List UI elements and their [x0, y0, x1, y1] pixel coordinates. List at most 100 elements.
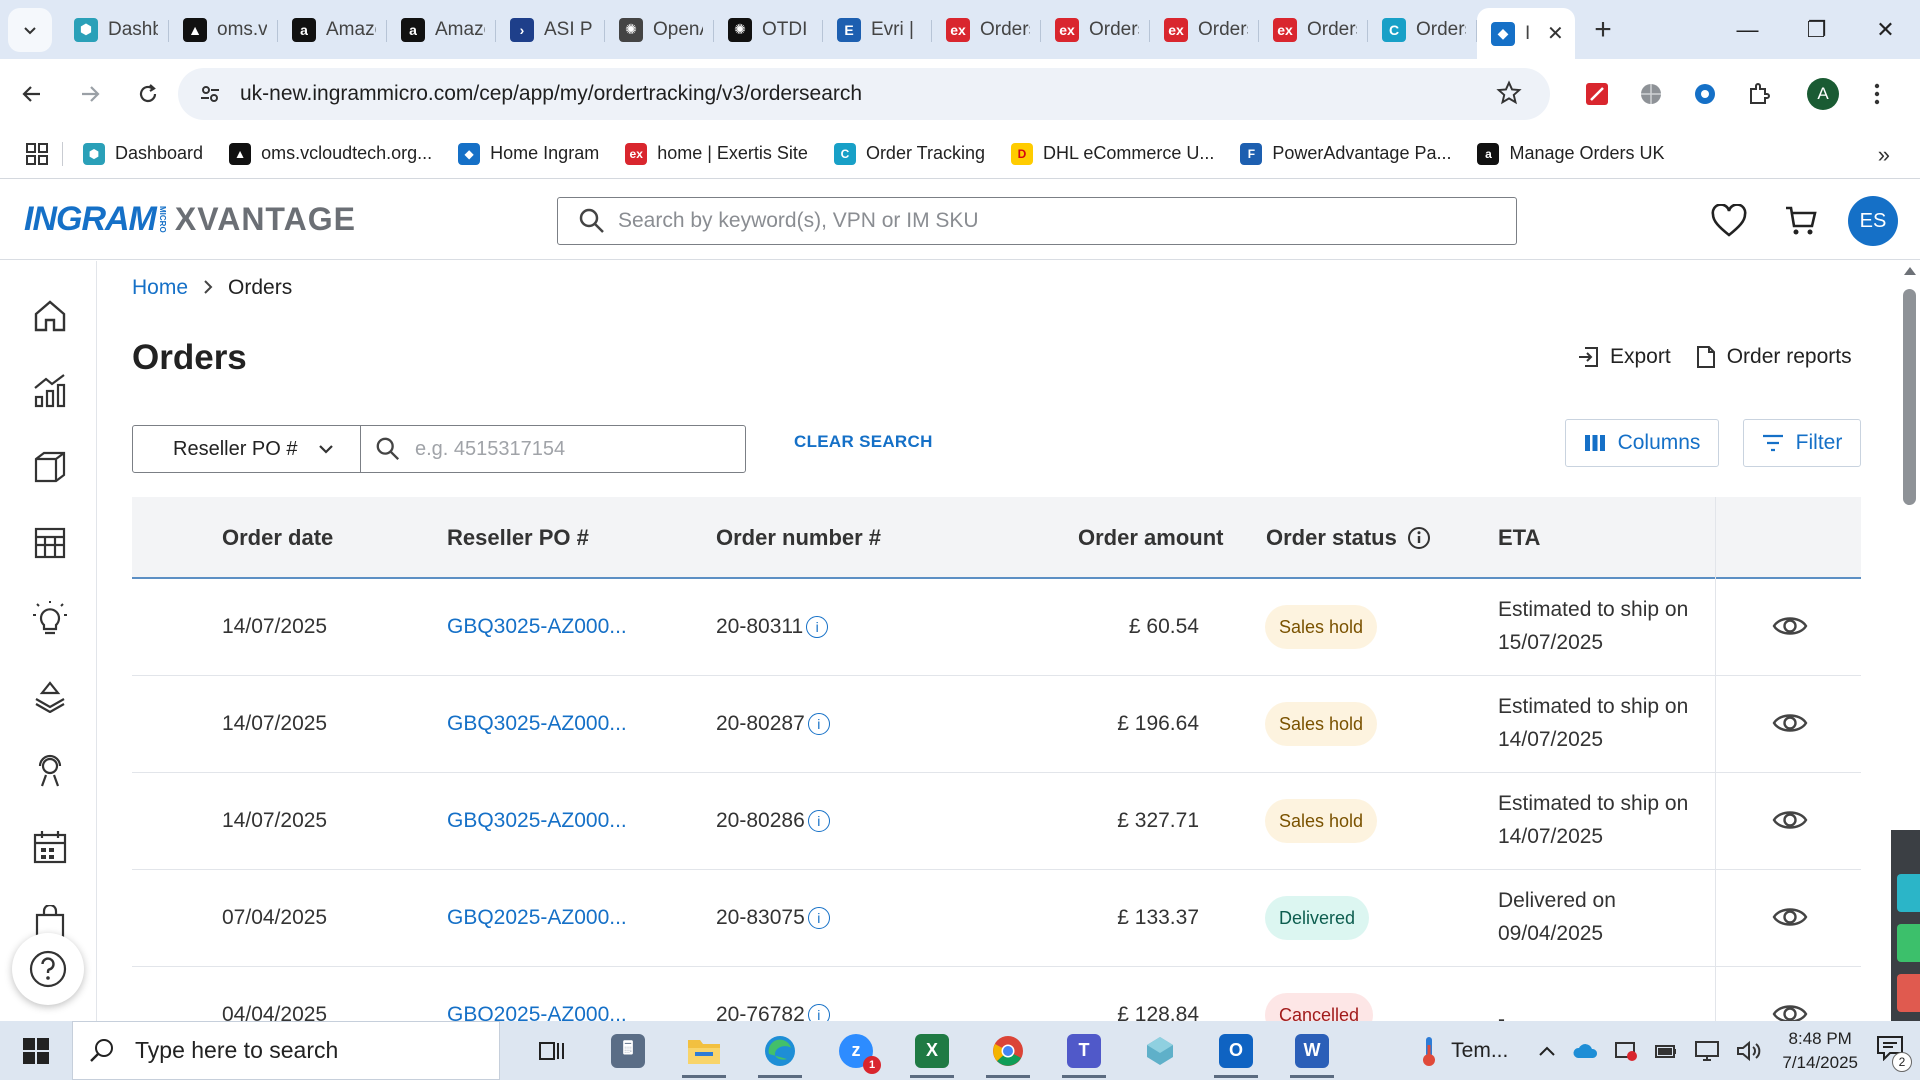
browser-tab[interactable]: E Evri | [823, 8, 932, 52]
bookmark-item[interactable]: D DHL eCommerce U... [1010, 142, 1214, 165]
network-icon[interactable] [1694, 1040, 1720, 1062]
reseller-po-link[interactable]: GBQ3025-AZ000... [447, 615, 627, 639]
taskbar-search-box[interactable]: Type here to search [72, 1021, 500, 1080]
file-explorer-icon[interactable] [666, 1021, 742, 1080]
bookmark-item[interactable]: ⬢ Dashboard [83, 142, 203, 165]
new-tab-button[interactable]: + [1579, 6, 1627, 54]
nav-lightbulb-icon[interactable] [30, 599, 70, 639]
forward-button[interactable] [64, 68, 116, 120]
browser-tab[interactable]: ex Orders [1259, 8, 1368, 52]
volume-icon[interactable] [1736, 1040, 1762, 1062]
nav-calendar-icon[interactable] [30, 827, 70, 867]
bookmark-item[interactable]: ◆ Home Ingram [458, 142, 599, 165]
bookmark-item[interactable]: C Order Tracking [833, 142, 985, 165]
app-icon[interactable] [1122, 1021, 1198, 1080]
close-tab-icon[interactable]: ✕ [1547, 21, 1564, 46]
view-order-eye-icon[interactable] [1772, 1001, 1808, 1021]
info-icon[interactable] [1407, 526, 1431, 550]
order-info-icon[interactable]: i [807, 810, 830, 833]
col-order-date[interactable]: Order date [222, 525, 333, 551]
col-reseller-po[interactable]: Reseller PO # [447, 525, 589, 551]
nav-home-icon[interactable] [30, 296, 70, 336]
scroll-up-arrow-icon[interactable] [1904, 267, 1916, 275]
onedrive-cloud-icon[interactable] [1572, 1042, 1598, 1060]
edge-icon[interactable] [742, 1021, 818, 1080]
more-bookmarks-icon[interactable]: » [1878, 142, 1890, 168]
breadcrumb-home-link[interactable]: Home [132, 276, 188, 300]
nav-services-icon[interactable] [30, 675, 70, 715]
taskbar-clock[interactable]: 8:48 PM 7/14/2025 [1782, 1027, 1858, 1075]
apps-grid-icon[interactable] [26, 142, 48, 165]
bookmark-item[interactable]: a Manage Orders UK [1477, 142, 1665, 165]
product-search-box[interactable]: Search by keyword(s), VPN or IM SKU [557, 197, 1517, 245]
col-order-number[interactable]: Order number # [716, 525, 881, 551]
browser-tab[interactable]: ✺ OpenAI [605, 8, 714, 52]
outlook-icon[interactable]: O [1198, 1021, 1274, 1080]
view-order-eye-icon[interactable] [1772, 807, 1808, 838]
ingram-xvantage-logo[interactable]: INGRAM MICRO XVANTAGE [24, 200, 356, 239]
browser-tab[interactable]: ex Orders [1150, 8, 1259, 52]
restore-button[interactable]: ❐ [1782, 0, 1851, 59]
browser-tab[interactable]: ✺ OTDI [714, 8, 823, 52]
view-order-eye-icon[interactable] [1772, 904, 1808, 935]
help-button[interactable] [12, 933, 84, 1005]
side-panel-tab-red[interactable] [1897, 974, 1920, 1012]
order-info-icon[interactable]: i [807, 713, 830, 736]
reload-button[interactable] [122, 68, 174, 120]
site-info-icon[interactable] [186, 83, 234, 105]
nav-products-box-icon[interactable] [30, 447, 70, 487]
profile-button[interactable]: A [1796, 68, 1850, 120]
col-order-amount[interactable]: Order amount [1078, 525, 1223, 551]
user-avatar[interactable]: ES [1848, 196, 1898, 246]
columns-button[interactable]: Columns [1565, 419, 1719, 467]
extensions-puzzle-icon[interactable] [1732, 68, 1786, 120]
col-eta[interactable]: ETA [1498, 525, 1540, 551]
excel-icon[interactable]: X [894, 1021, 970, 1080]
address-bar[interactable]: uk-new.ingrammicro.com/cep/app/my/ordert… [178, 68, 1550, 120]
order-reports-button[interactable]: Order reports [1695, 345, 1852, 369]
notification-center-icon[interactable]: 2 [1876, 1035, 1912, 1072]
weather-widget[interactable]: Tem... [1419, 1035, 1508, 1067]
table-row[interactable]: 04/04/2025 GBQ2025-AZ000... 20-76782 i £ 128… [132, 967, 1861, 1021]
browser-tab[interactable]: ex Orders [932, 8, 1041, 52]
chevron-up-icon[interactable] [1538, 1045, 1556, 1057]
task-view-icon[interactable] [514, 1021, 590, 1080]
browser-tab[interactable]: ▲ oms.vcloudtech [169, 8, 278, 52]
calculator-icon[interactable]: 🖩 [590, 1021, 666, 1080]
bookmark-item[interactable]: F PowerAdvantage Pa... [1240, 142, 1451, 165]
export-button[interactable]: Export [1576, 345, 1671, 369]
start-button[interactable] [0, 1021, 72, 1080]
close-window-button[interactable]: ✕ [1851, 0, 1920, 59]
back-button[interactable] [6, 68, 58, 120]
browser-tab[interactable]: a Amazon [387, 8, 496, 52]
reseller-po-link[interactable]: GBQ2025-AZ000... [447, 1003, 627, 1021]
side-panel-tab-green[interactable] [1897, 924, 1920, 962]
bookmark-star-icon[interactable] [1496, 80, 1522, 111]
table-row[interactable]: 07/04/2025 GBQ2025-AZ000... 20-83075 i £ 133… [132, 870, 1861, 967]
browser-tab[interactable]: a Amazon [278, 8, 387, 52]
table-row[interactable]: 14/07/2025 GBQ3025-AZ000... 20-80286 i £ 327… [132, 773, 1861, 870]
reseller-po-link[interactable]: GBQ2025-AZ000... [447, 906, 627, 930]
table-row[interactable]: 14/07/2025 GBQ3025-AZ000... 20-80311 i £ 60.… [132, 579, 1861, 676]
nav-store-icon[interactable] [30, 523, 70, 563]
browser-tab[interactable]: ex Orders [1041, 8, 1150, 52]
browser-tab[interactable]: ⬢ Dashboard [60, 8, 169, 52]
nav-analytics-icon[interactable] [30, 371, 70, 411]
col-order-status[interactable]: Order status [1266, 525, 1431, 551]
pdf-extension-icon[interactable] [1570, 68, 1624, 120]
browser-tab-active[interactable]: ◆ I ✕ [1477, 7, 1575, 60]
zoom-icon[interactable]: z1 [818, 1021, 894, 1080]
order-info-icon[interactable]: i [806, 616, 829, 639]
reseller-po-link[interactable]: GBQ3025-AZ000... [447, 809, 627, 833]
vpn-extension-icon[interactable] [1678, 68, 1732, 120]
teams-icon[interactable]: T [1046, 1021, 1122, 1080]
bookmark-item[interactable]: ex home | Exertis Site [625, 142, 808, 165]
url-text[interactable]: uk-new.ingrammicro.com/cep/app/my/ordert… [240, 82, 862, 106]
wishlist-heart-icon[interactable] [1704, 196, 1754, 246]
filter-button[interactable]: Filter [1743, 419, 1861, 467]
po-search-input[interactable]: e.g. 4515317154 [361, 426, 565, 472]
side-panel-tab-blue[interactable] [1897, 874, 1920, 912]
word-icon[interactable]: W [1274, 1021, 1350, 1080]
nav-support-agent-icon[interactable] [30, 751, 70, 791]
reseller-po-link[interactable]: GBQ3025-AZ000... [447, 712, 627, 736]
